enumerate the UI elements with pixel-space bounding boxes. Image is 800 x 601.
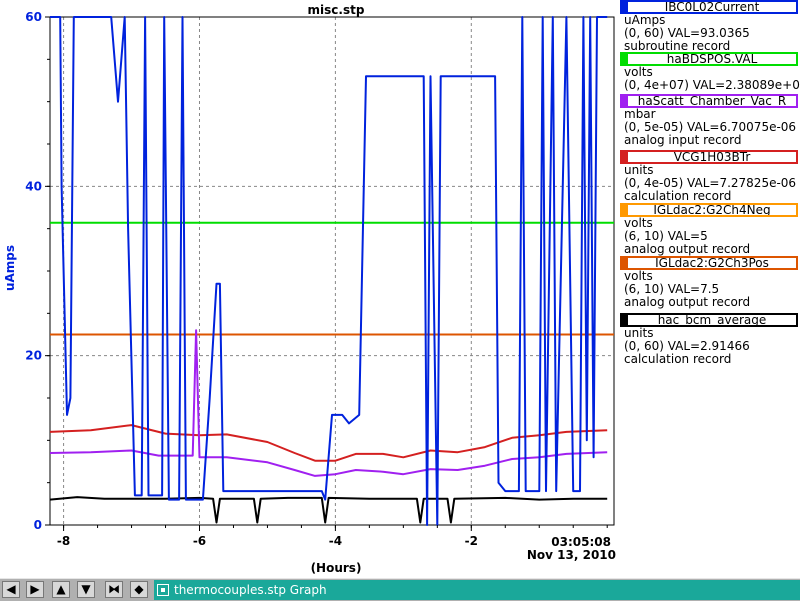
- series-line-ibc0l02current: [50, 16, 608, 526]
- end-date-label: Nov 13, 2010: [527, 548, 616, 562]
- chart-series: [49, 16, 614, 526]
- legend-entry-ibc0l02current[interactable]: IBC0L02Current: [620, 0, 798, 14]
- legend-record: analog output record: [624, 242, 751, 256]
- legend-record: calculation record: [624, 352, 732, 366]
- y-tick-label: 40: [25, 179, 42, 193]
- legend-entry-hac-bcm-average[interactable]: hac_bcm_average: [620, 313, 798, 327]
- legend-entry-habdspos-val[interactable]: haBDSPOS.VAL: [620, 52, 798, 66]
- x-tick-label: -8: [57, 534, 70, 548]
- nav-down-button[interactable]: ▼: [77, 581, 95, 598]
- x-tick-label: -4: [329, 534, 342, 548]
- end-time-label: 03:05:08: [551, 535, 611, 549]
- nav-back-button[interactable]: ◀: [2, 581, 20, 598]
- nav-up-button[interactable]: ▲: [52, 581, 70, 598]
- window-title: thermocouples.stp Graph: [174, 583, 327, 597]
- x-axis-label: (Hours): [311, 561, 362, 575]
- legend-entry-vcg1h03btr[interactable]: VCG1H03BTr: [620, 150, 798, 164]
- nav-forward-button[interactable]: ▶: [26, 581, 44, 598]
- legend-entry-hascatt-chamber-vac-r[interactable]: haScatt_Chamber_Vac_R: [620, 94, 798, 108]
- nav-collapse-button[interactable]: ⧓: [105, 581, 123, 598]
- legend-record: calculation record: [624, 189, 732, 203]
- x-tick-label: -2: [465, 534, 478, 548]
- chart-title: misc.stp: [308, 3, 365, 17]
- nav-expand-button[interactable]: ◆: [130, 581, 148, 598]
- x-tick-label: -6: [193, 534, 206, 548]
- window-tab[interactable]: thermocouples.stp Graph: [154, 580, 800, 600]
- legend-entry-igldac2-g2ch3pos[interactable]: IGLdac2:G2Ch3Pos: [620, 256, 798, 270]
- y-axis-label: uAmps: [3, 245, 17, 291]
- legend-range: (0, 4e+07) VAL=2.38089e+07: [624, 78, 800, 92]
- y-tick-label: 0: [34, 518, 42, 532]
- legend-entry-igldac2-g2ch4neg[interactable]: IGLdac2:G2Ch4Neg: [620, 203, 798, 217]
- legend-record: analog input record: [624, 133, 742, 147]
- legend-record: analog output record: [624, 295, 751, 309]
- y-tick-label: 20: [25, 349, 42, 363]
- window-icon: [157, 584, 169, 596]
- bottom-toolbar: ◀ ▶ ▲ ▼ ⧓ ◆ thermocouples.stp Graph: [0, 578, 800, 601]
- chart-legend: IBC0L02Current uAmps (0, 60) VAL=93.0365 su…: [620, 0, 800, 370]
- y-tick-label: 60: [25, 10, 42, 24]
- series-line-hac-bcm-average: [49, 496, 608, 524]
